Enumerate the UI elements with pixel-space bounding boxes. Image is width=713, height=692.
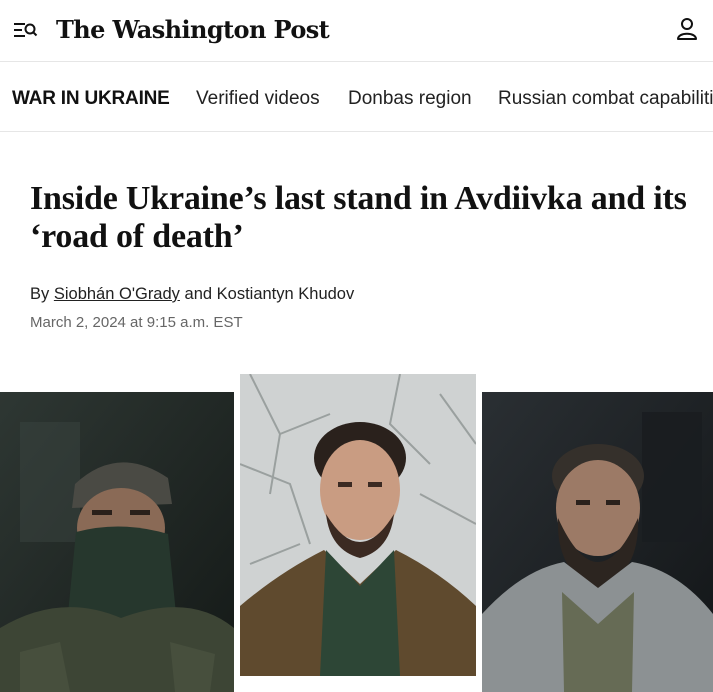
photo-soldier-masked[interactable] [0,392,234,692]
byline-joiner: and [184,285,213,303]
section-title[interactable]: WAR IN UKRAINE [12,88,170,110]
publish-timestamp: March 2, 2024 at 9:15 a.m. EST [30,314,243,331]
site-logo[interactable]: The Washington Post [56,10,330,50]
user-icon[interactable] [675,16,699,42]
site-header: The Washington Post [0,0,713,62]
menu-search-icon[interactable] [12,18,38,42]
photo-soldier-young[interactable] [240,374,476,676]
article-headline: Inside Ukraine’s last stand in Avdiivka … [30,180,687,255]
byline-prefix: By [30,285,50,303]
byline: By Siobhán O'Grady and Kostiantyn Khudov [30,285,354,304]
nav-link-verified-videos[interactable]: Verified videos [196,88,320,110]
photo-soldier-bearded[interactable] [482,392,713,692]
section-nav: WAR IN UKRAINE Verified videos Donbas re… [0,66,713,132]
nav-link-russian-combat[interactable]: Russian combat capabiliti [498,88,713,110]
author-name: Kostiantyn Khudov [216,285,355,303]
nav-link-donbas-region[interactable]: Donbas region [348,88,472,110]
author-link[interactable]: Siobhán O'Grady [54,285,180,303]
